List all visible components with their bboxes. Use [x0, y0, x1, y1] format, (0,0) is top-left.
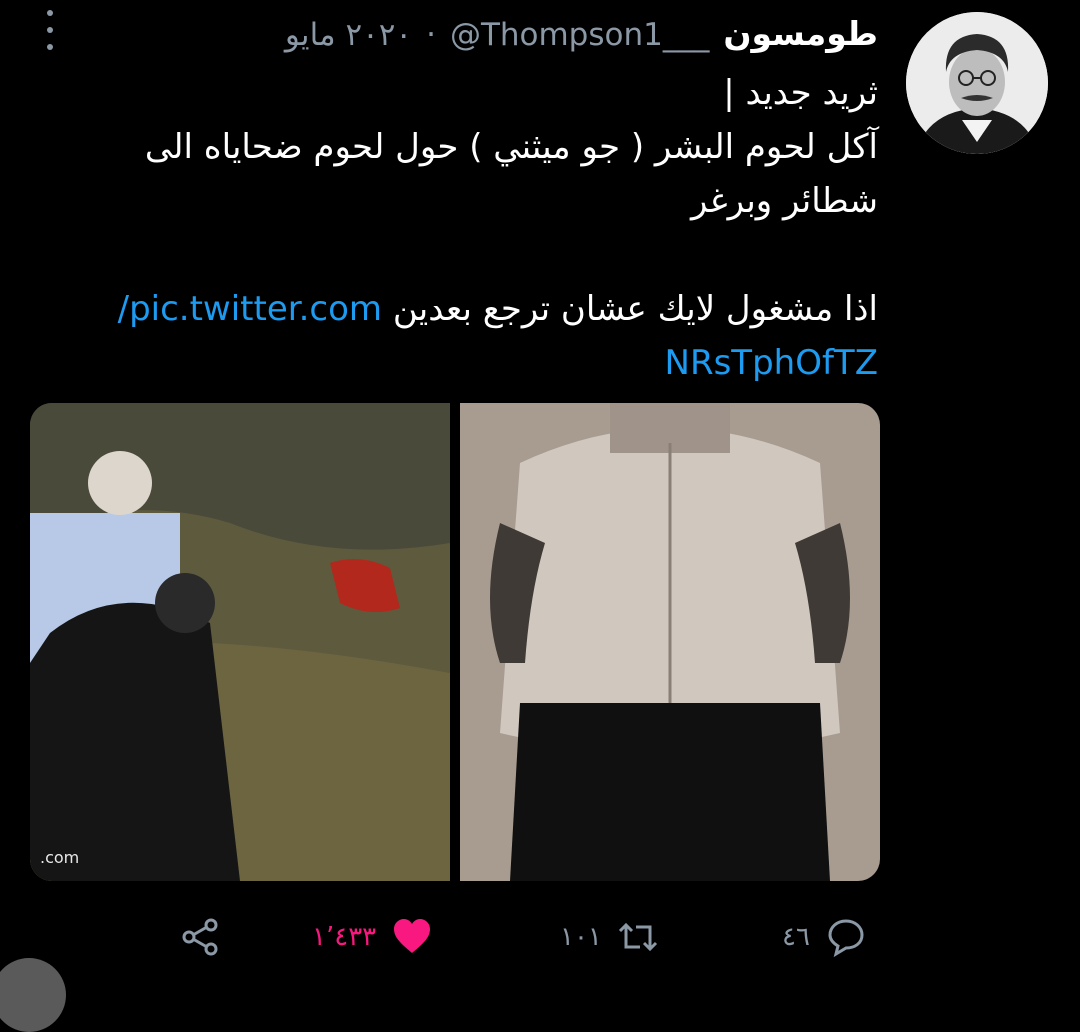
next-tweet-avatar[interactable] [0, 958, 66, 1032]
header-separator: · [426, 17, 436, 53]
retweet-count: ١٠١ [560, 922, 602, 952]
like-button[interactable]: ١٬٤٣٣ [312, 912, 434, 962]
heart-filled-icon [394, 919, 431, 953]
like-count: ١٬٤٣٣ [312, 922, 377, 952]
author-avatar[interactable] [906, 12, 1048, 154]
tweet-text-cta: اذا مشغول لايك عشان ترجع بعدين [392, 289, 878, 329]
reply-icon [828, 919, 864, 958]
reply-count: ٤٦ [782, 922, 810, 952]
tweet-text-line: شطائر وبرغر [691, 181, 878, 221]
tweet-actions: ١٬٤٣٣ ١٠١ ٤٦ [0, 912, 1080, 962]
share-button[interactable] [178, 912, 222, 962]
retweet-button[interactable]: ١٠١ [560, 912, 660, 962]
tweet-text-line: اذا مشغول لايك عشان ترجع بعدين pic.twitt… [38, 282, 878, 336]
portrait-photo[interactable] [460, 403, 880, 881]
tweet-text-line: ثريد جديد | [723, 73, 878, 113]
tweet-header: طومسون @Thompson1___ · ٢٠٢٠ مايو [285, 14, 878, 53]
reply-button[interactable]: ٤٦ [782, 912, 868, 962]
scene-photo[interactable]: .com [30, 403, 450, 881]
watermark-text: .com [40, 848, 79, 867]
tweet-media[interactable]: .com [30, 403, 880, 881]
tweet-date[interactable]: ٢٠٢٠ مايو [285, 17, 412, 53]
tweet-link[interactable]: pic.twitter.com/ [118, 289, 382, 329]
author-display-name[interactable]: طومسون [723, 14, 878, 53]
tweet-link-continued[interactable]: NRsTphOfTZ [665, 343, 878, 383]
share-icon [182, 918, 218, 956]
author-handle[interactable]: @Thompson1___ [450, 17, 709, 53]
retweet-icon [618, 922, 657, 952]
tweet-text-line: آكل لحوم البشر ( جو ميثني ) حول لحوم ضحا… [144, 127, 878, 167]
more-options-icon[interactable] [40, 10, 60, 50]
tweet-text: ثريد جديد | آكل لحوم البشر ( جو ميثني ) … [38, 66, 878, 390]
tweet[interactable]: طومسون @Thompson1___ · ٢٠٢٠ مايو ثريد جد… [0, 0, 1080, 1032]
